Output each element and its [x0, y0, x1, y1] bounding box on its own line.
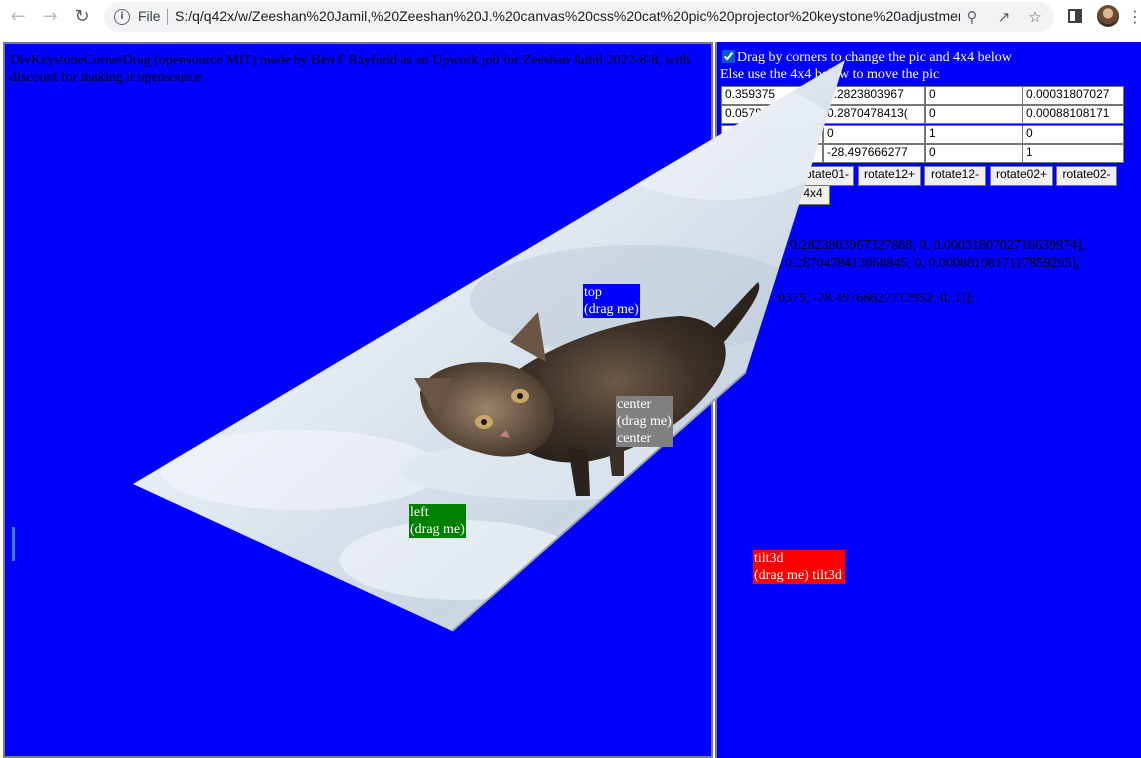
left-handle-line: left: [410, 505, 429, 520]
page-title: DivKeystoneCornerDrag (opensource MIT) m…: [10, 53, 690, 85]
rotate12-minus-button[interactable]: rotate12-: [924, 166, 986, 186]
zoom-icon[interactable]: ⚲: [962, 7, 982, 27]
drag-corners-label: Drag by corners to change the pic and 4x…: [737, 50, 1012, 65]
matrix-4x4-button[interactable]: 4x4: [796, 185, 830, 205]
tilt3d-drag-handle[interactable]: tilt3d (drag me) tilt3d: [753, 550, 845, 584]
matrix-cell[interactable]: 0.2870478413(: [823, 105, 925, 124]
rotate02-plus-button[interactable]: rotate02+: [990, 166, 1053, 186]
matrix-cell[interactable]: -28.497666277: [823, 144, 925, 163]
side-panel-icon[interactable]: [1068, 9, 1082, 23]
tilt3d-handle-line: (drag me) tilt3d: [754, 568, 842, 583]
top-drag-handle[interactable]: top (drag me): [583, 284, 640, 318]
matrix-cell[interactable]: 0: [1022, 125, 1124, 144]
browser-toolbar: ← → ↻ i File S:/q/q42x/w/Zeeshan%20Jamil…: [0, 0, 1141, 34]
left-drag-handle[interactable]: left (drag me): [409, 504, 466, 538]
matrix-cell[interactable]: 0: [925, 105, 1027, 124]
rotate02-minus-button[interactable]: rotate02-: [1056, 166, 1117, 186]
bookmark-star-icon[interactable]: ☆: [1025, 7, 1045, 27]
tilt3d-handle-line: tilt3d: [754, 551, 784, 566]
matrix-cell[interactable]: 0.00088108171: [1022, 105, 1124, 124]
back-arrow-icon[interactable]: ←: [6, 6, 30, 28]
profile-avatar[interactable]: [1097, 5, 1119, 27]
matrix-cell[interactable]: 1: [1022, 144, 1124, 163]
rotate01-minus-button[interactable]: rotate01-: [796, 166, 854, 186]
matrix-cell[interactable]: [721, 144, 823, 163]
info-icon[interactable]: i: [114, 9, 130, 25]
url-text[interactable]: S:/q/q42x/w/Zeeshan%20Jamil,%20Zeeshan%2…: [175, 8, 960, 24]
center-handle-line: center: [617, 397, 652, 412]
matrix-text-line: , 0.2870478413068845, 0, 0.0008810817117…: [778, 256, 1080, 271]
matrix-cell[interactable]: 0.0578: [721, 105, 823, 124]
drag-corners-row: Drag by corners to change the pic and 4x…: [720, 50, 1012, 66]
matrix-cell[interactable]: 0: [823, 125, 925, 144]
matrix-cell[interactable]: 0.2823803967: [823, 86, 925, 105]
omnibox-divider: [167, 9, 168, 25]
drag-corners-checkbox[interactable]: [722, 50, 735, 63]
center-handle-line: (drag me): [617, 414, 672, 429]
center-handle-line: center: [617, 431, 652, 446]
else-label: Else use the 4x4 below to move the pic: [720, 67, 940, 82]
rotate12-plus-button[interactable]: rotate12+: [858, 166, 921, 186]
share-icon[interactable]: ↗: [994, 7, 1014, 27]
top-handle-line: (drag me): [584, 302, 639, 317]
left-handle-line: (drag me): [410, 522, 465, 537]
matrix-cell[interactable]: 1: [925, 125, 1027, 144]
canvas-pane[interactable]: DivKeystoneCornerDrag (opensource MIT) m…: [3, 42, 713, 758]
matrix-cell[interactable]: 0.359375: [721, 86, 823, 105]
forward-arrow-icon[interactable]: →: [38, 6, 62, 28]
matrix-text-line: 9375, -28.49766627712952, 0, 1]];: [778, 291, 975, 306]
matrix-cell[interactable]: 0.00031807027: [1022, 86, 1124, 105]
center-drag-handle[interactable]: center (drag me) center: [616, 396, 673, 447]
matrix-text-line: 0.2823803967327888, 0, 0.000318070271663…: [790, 238, 1086, 253]
matrix-cell[interactable]: [721, 125, 823, 144]
url-scheme: File: [138, 8, 161, 24]
reload-icon[interactable]: ↻: [70, 6, 94, 28]
matrix-cell[interactable]: 0: [925, 144, 1027, 163]
matrix-cell[interactable]: 0: [925, 86, 1027, 105]
top-handle-line: top: [584, 285, 602, 300]
address-bar[interactable]: i File S:/q/q42x/w/Zeeshan%20Jamil,%20Ze…: [104, 2, 1054, 32]
scroll-indicator: [12, 527, 15, 561]
menu-dots-icon[interactable]: ⋮: [1124, 6, 1141, 28]
